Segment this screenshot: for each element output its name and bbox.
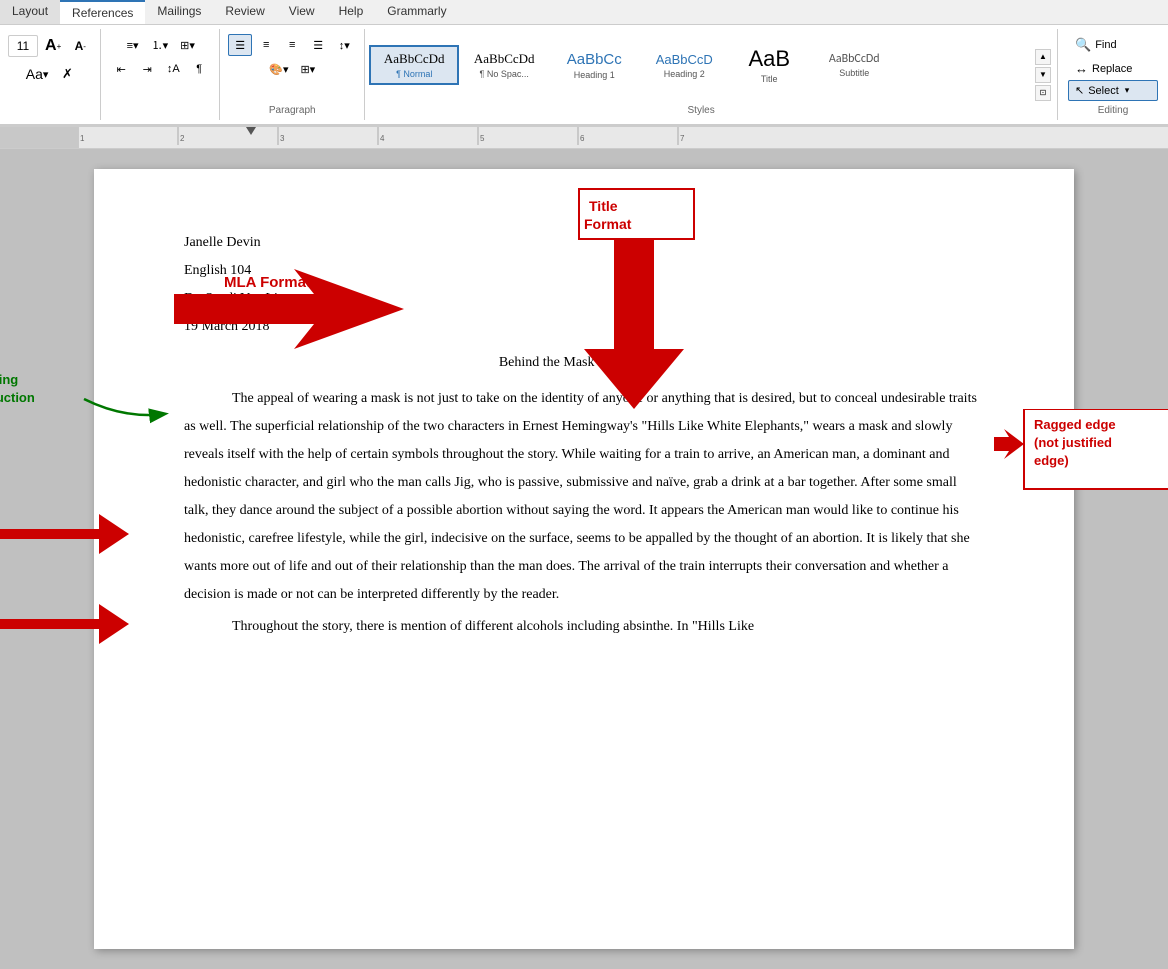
document-area: Janelle Devin English 104 Dr. Sandi Van … bbox=[0, 149, 1168, 969]
font-group: 11 A+ A- Aa▾ ✗ bbox=[0, 29, 101, 120]
tab-references[interactable]: References bbox=[60, 0, 145, 24]
select-btn[interactable]: ↖ Select ▾ bbox=[1068, 80, 1158, 101]
paragraph-label: Paragraph bbox=[269, 101, 316, 116]
svg-text:Title: Title bbox=[589, 198, 618, 214]
svg-text:3: 3 bbox=[280, 134, 285, 143]
style-title[interactable]: AaB Title bbox=[729, 41, 809, 89]
tab-mailings[interactable]: Mailings bbox=[145, 0, 213, 24]
sort-btn[interactable]: ↕A bbox=[161, 58, 185, 80]
styles-group: AaBbCcDd ¶ Normal AaBbCcDd ¶ No Spac... … bbox=[365, 29, 1058, 120]
align-right-btn[interactable]: ≡ bbox=[280, 34, 304, 56]
font-size-box[interactable]: 11 bbox=[8, 35, 38, 57]
ragged-edge-annotation: Ragged edge (not justified edge) bbox=[994, 409, 1168, 529]
bullet-list-btn[interactable]: ≡▾ bbox=[121, 34, 145, 56]
borders-btn[interactable]: ⊞▾ bbox=[295, 58, 320, 80]
find-label: Find bbox=[1095, 39, 1116, 51]
styles-scroll-up[interactable]: ▲ bbox=[1035, 49, 1051, 65]
align-left-btn[interactable]: ☰ bbox=[228, 34, 252, 56]
tab-layout[interactable]: Layout bbox=[0, 0, 60, 24]
svg-text:6: 6 bbox=[580, 134, 585, 143]
styles-scroll-down[interactable]: ▼ bbox=[1035, 67, 1051, 83]
svg-text:1: 1 bbox=[80, 134, 85, 143]
ribbon-tabs: Layout References Mailings Review View H… bbox=[0, 0, 1168, 25]
svg-text:Introduction: Introduction bbox=[0, 390, 35, 405]
style-subtitle-name: Subtitle bbox=[839, 68, 869, 78]
style-subtitle-preview: AaBbCcDd bbox=[829, 52, 880, 66]
tab-grammarly[interactable]: Grammarly bbox=[375, 0, 458, 24]
ribbon: Layout References Mailings Review View H… bbox=[0, 0, 1168, 127]
course-line: English 104 bbox=[184, 257, 984, 285]
style-heading2-name: Heading 2 bbox=[664, 69, 705, 79]
style-heading1-name: Heading 1 bbox=[574, 70, 615, 80]
replace-label: Replace bbox=[1092, 63, 1132, 75]
font-case-btn[interactable]: Aa▾ bbox=[21, 63, 54, 85]
essay-title: Behind the Mask of Seduction bbox=[184, 349, 984, 377]
find-icon: 🔍 bbox=[1075, 37, 1091, 53]
style-heading2-preview: AaBbCcD bbox=[656, 52, 713, 67]
style-title-preview: AaB bbox=[748, 46, 790, 72]
clear-format-btn[interactable]: ✗ bbox=[55, 63, 79, 85]
font-shrink-btn[interactable]: A- bbox=[68, 35, 92, 57]
styles-label: Styles bbox=[688, 101, 715, 116]
align-center-btn[interactable]: ≡ bbox=[254, 34, 278, 56]
style-heading1-preview: AaBbCc bbox=[567, 51, 622, 68]
indent-increase-btn[interactable]: ⇥ bbox=[135, 58, 159, 80]
style-normal-name: ¶ Normal bbox=[396, 69, 432, 79]
style-title-name: Title bbox=[761, 74, 778, 84]
style-heading2[interactable]: AaBbCcD Heading 2 bbox=[639, 47, 729, 84]
find-btn[interactable]: 🔍 Find bbox=[1068, 33, 1158, 57]
style-normal[interactable]: AaBbCcDd ¶ Normal bbox=[369, 45, 459, 85]
select-icon: ↖ bbox=[1075, 84, 1084, 97]
style-subtitle[interactable]: AaBbCcDd Subtitle bbox=[809, 47, 899, 83]
style-normal-preview: AaBbCcDd bbox=[384, 51, 445, 67]
svg-text:edge): edge) bbox=[1034, 453, 1069, 468]
alignment-group: ☰ ≡ ≡ ☰ ↕▾ 🎨▾ ⊞▾ Paragraph bbox=[220, 29, 365, 120]
styles-expand[interactable]: ⊡ bbox=[1035, 85, 1051, 101]
svg-text:Ragged edge: Ragged edge bbox=[1034, 417, 1116, 432]
align-justify-btn[interactable]: ☰ bbox=[306, 34, 330, 56]
style-no-space-preview: AaBbCcDd bbox=[474, 51, 535, 67]
body-paragraph-1[interactable]: The appeal of wearing a mask is not just… bbox=[184, 385, 984, 609]
ribbon-body: 11 A+ A- Aa▾ ✗ ≡▾ ⒈▾ ⊞▾ ⇤ ⇥ ↕A ¶ bbox=[0, 25, 1168, 126]
svg-text:4: 4 bbox=[380, 134, 385, 143]
shading-btn[interactable]: 🎨▾ bbox=[264, 58, 293, 80]
replace-btn[interactable]: ↔ Replace bbox=[1068, 57, 1158, 80]
author-line: Janelle Devin bbox=[184, 229, 984, 257]
margins-annotation: 1-inch margins bbox=[0, 509, 129, 689]
tab-review[interactable]: Review bbox=[213, 0, 276, 24]
svg-text:2: 2 bbox=[180, 134, 185, 143]
numbered-list-btn[interactable]: ⒈▾ bbox=[147, 34, 174, 56]
font-grow-btn[interactable]: A+ bbox=[40, 34, 66, 58]
professor-line: Dr. Sandi Van Lieu bbox=[184, 285, 984, 313]
indent-decrease-btn[interactable]: ⇤ bbox=[109, 58, 133, 80]
ruler: 1 2 3 4 5 6 7 bbox=[0, 127, 1168, 149]
line-spacing-btn[interactable]: ↕▾ bbox=[332, 34, 356, 56]
replace-icon: ↔ bbox=[1075, 61, 1088, 76]
tab-view[interactable]: View bbox=[277, 0, 327, 24]
style-heading1[interactable]: AaBbCc Heading 1 bbox=[549, 46, 639, 85]
editing-group: 🔍 Find ↔ Replace ↖ Select ▾ Editing bbox=[1058, 29, 1168, 120]
body-paragraph-2[interactable]: Throughout the story, there is mention o… bbox=[184, 613, 984, 641]
svg-text:(not justified: (not justified bbox=[1034, 435, 1112, 450]
date-line: 19 March 2018 bbox=[184, 313, 984, 341]
svg-text:Engaging: Engaging bbox=[0, 372, 18, 387]
page: Janelle Devin English 104 Dr. Sandi Van … bbox=[94, 169, 1074, 949]
svg-text:7: 7 bbox=[680, 134, 685, 143]
select-label: Select bbox=[1088, 85, 1119, 97]
editing-label: Editing bbox=[1098, 101, 1129, 116]
svg-text:5: 5 bbox=[480, 134, 485, 143]
multilevel-list-btn[interactable]: ⊞▾ bbox=[175, 34, 200, 56]
tab-help[interactable]: Help bbox=[327, 0, 376, 24]
list-group: ≡▾ ⒈▾ ⊞▾ ⇤ ⇥ ↕A ¶ bbox=[101, 29, 220, 120]
style-no-space-name: ¶ No Spac... bbox=[480, 69, 529, 79]
style-no-space[interactable]: AaBbCcDd ¶ No Spac... bbox=[459, 46, 549, 84]
show-marks-btn[interactable]: ¶ bbox=[187, 58, 211, 80]
